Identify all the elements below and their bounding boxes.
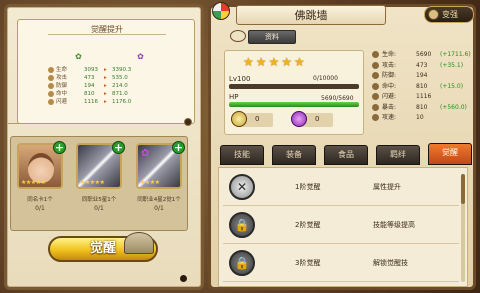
sword-icon — [48, 75, 54, 81]
xp-bar — [229, 84, 359, 89]
star-rating-icon: ★★★★★ — [21, 179, 46, 186]
stat-row: 攻击 473 ▸ 535.0 — [48, 74, 178, 82]
stat-row: 生命 3093 ▸ 3390.3 — [48, 66, 178, 74]
hp-bar-fill — [229, 102, 359, 107]
tab-equipment[interactable]: 装备 — [272, 145, 316, 165]
material-label: 同名卡1个 — [27, 197, 53, 203]
level-label: Lv100 — [229, 75, 251, 83]
tab-awaken[interactable]: 觉醒 — [428, 143, 472, 165]
beach-ball-icon — [212, 2, 230, 20]
chef-hat-icon — [124, 232, 154, 254]
attribute-list: 生命: 5690 (+1711.6) 攻击: 473 (+35.1) 防御: 194 命中… — [372, 50, 472, 124]
gold-orb-icon — [231, 111, 247, 127]
hero-summary-card: ★★★★★ Lv100 0/10000 HP 5690/5690 0 0 — [224, 50, 364, 135]
arrow-right-icon: ▸ — [104, 91, 107, 97]
stat-row: 闪避 1116 ▸ 1176.0 — [48, 98, 178, 106]
list-item[interactable]: ✕ 1阶觉醒 属性提升 — [223, 172, 459, 206]
corner-dot-icon — [180, 275, 187, 282]
stat-compare-list: 生命 3093 ▸ 3390.3 攻击 473 ▸ 535.0 防御 194 ▸… — [48, 66, 178, 106]
star-rating-icon: ★★★★★ — [80, 179, 105, 186]
awaken-orb-icon: ✿ — [141, 148, 150, 159]
list-scrollbar[interactable] — [461, 174, 465, 282]
strengthen-button[interactable]: 变强 — [424, 6, 474, 23]
target-icon — [372, 82, 379, 90]
add-material-button[interactable]: + — [112, 141, 125, 154]
target-icon — [48, 91, 54, 97]
attribute-row: 命中: 810 (+15.0) — [372, 82, 472, 93]
tab-bond[interactable]: 羁绊 — [376, 145, 420, 165]
add-material-button[interactable]: + — [172, 141, 185, 154]
attribute-row: 攻击: 473 (+35.1) — [372, 61, 472, 72]
material-label: 同职业5星1个 — [81, 197, 117, 203]
star-rating-icon: ★★★★ — [140, 179, 160, 186]
purple-orb-icon — [291, 111, 307, 127]
panel-divider — [8, 123, 188, 124]
material-label: 同职业4星2觉1个 — [137, 197, 181, 203]
lock-icon: 🔒 — [229, 250, 255, 276]
hp-bar — [229, 102, 359, 107]
hero-name-banner: 佛跳墙 — [236, 5, 386, 25]
hp-label: HP — [229, 93, 239, 101]
tab-food[interactable]: 食品 — [324, 145, 368, 165]
hero-star-rating-icon: ★★★★★ — [243, 55, 307, 69]
arrow-right-icon: ▸ — [104, 75, 107, 81]
level-value: 0/10000 — [313, 75, 338, 82]
heart-icon — [372, 51, 379, 58]
arrow-right-icon: ▸ — [104, 99, 107, 105]
arrow-right-icon: ▸ — [104, 67, 107, 73]
list-item[interactable]: 🔒 2阶觉醒 技能等级提高 — [223, 210, 459, 244]
tab-info[interactable]: 资料 — [248, 30, 296, 44]
attribute-row: 防御: 194 — [372, 71, 472, 82]
hero-tabs: 技能 装备 食品 羁绊 觉醒 — [214, 143, 476, 167]
material-count: 0/1 — [94, 205, 104, 212]
cat-purple-icon: ✿ — [137, 52, 144, 61]
tab-skills[interactable]: 技能 — [220, 145, 264, 165]
resource-gold: 0 — [231, 111, 273, 127]
dodge-icon — [48, 99, 54, 105]
shield-icon — [372, 72, 379, 79]
shield-icon — [48, 83, 54, 89]
attribute-row: 暴击: 810 (+560.0) — [372, 103, 472, 114]
crit-icon — [372, 103, 379, 111]
materials-box: + ★★★★★ + ★★★★★ ✿ + ★★★★ 同名卡1个 同职业5星1个 同… — [10, 136, 188, 231]
title-divider — [48, 34, 166, 35]
stat-row: 命中 810 ▸ 871.0 — [48, 90, 178, 98]
awaken-stage-list: ✕ 1阶觉醒 属性提升 🔒 2阶觉醒 技能等级提高 🔒 3阶觉醒 解锁觉醒技 — [218, 167, 468, 287]
attribute-row: 生命: 5690 (+1711.6) — [372, 50, 472, 61]
awaken-preview-box: 觉醒提升 ✿ ✿ 生命 3093 ▸ 3390.3 攻击 473 ▸ 535.0… — [17, 19, 195, 124]
material-slot-same-card[interactable]: + ★★★★★ — [17, 141, 66, 189]
material-slot-4star[interactable]: ✿ + ★★★★ — [136, 141, 185, 189]
material-count: 0/1 — [35, 205, 45, 212]
attribute-row: 闪避: 1116 — [372, 92, 472, 103]
hp-value: 5690/5690 — [321, 95, 354, 102]
dodge-icon — [372, 93, 379, 100]
material-count: 0/1 — [154, 205, 164, 212]
awaken-figure-icon: ✕ — [229, 174, 255, 200]
speed-icon — [372, 114, 379, 121]
material-slot-5star[interactable]: + ★★★★★ — [76, 141, 125, 189]
heart-icon — [48, 67, 54, 73]
divider-knob-icon — [184, 118, 192, 126]
attribute-row: 攻速: 10 — [372, 113, 472, 124]
pin-icon — [230, 30, 246, 42]
scrollbar-thumb[interactable] — [461, 174, 465, 204]
sword-icon — [372, 61, 379, 69]
add-material-button[interactable]: + — [53, 141, 66, 154]
lock-icon: 🔒 — [229, 212, 255, 238]
cat-green-icon: ✿ — [75, 52, 82, 61]
list-item[interactable]: 🔒 3阶觉醒 解锁觉醒技 — [223, 248, 459, 282]
arrow-right-icon: ▸ — [104, 83, 107, 89]
stat-row: 防御 194 ▸ 214.0 — [48, 82, 178, 90]
gear-icon — [428, 9, 439, 20]
resource-purple: 0 — [291, 111, 333, 127]
